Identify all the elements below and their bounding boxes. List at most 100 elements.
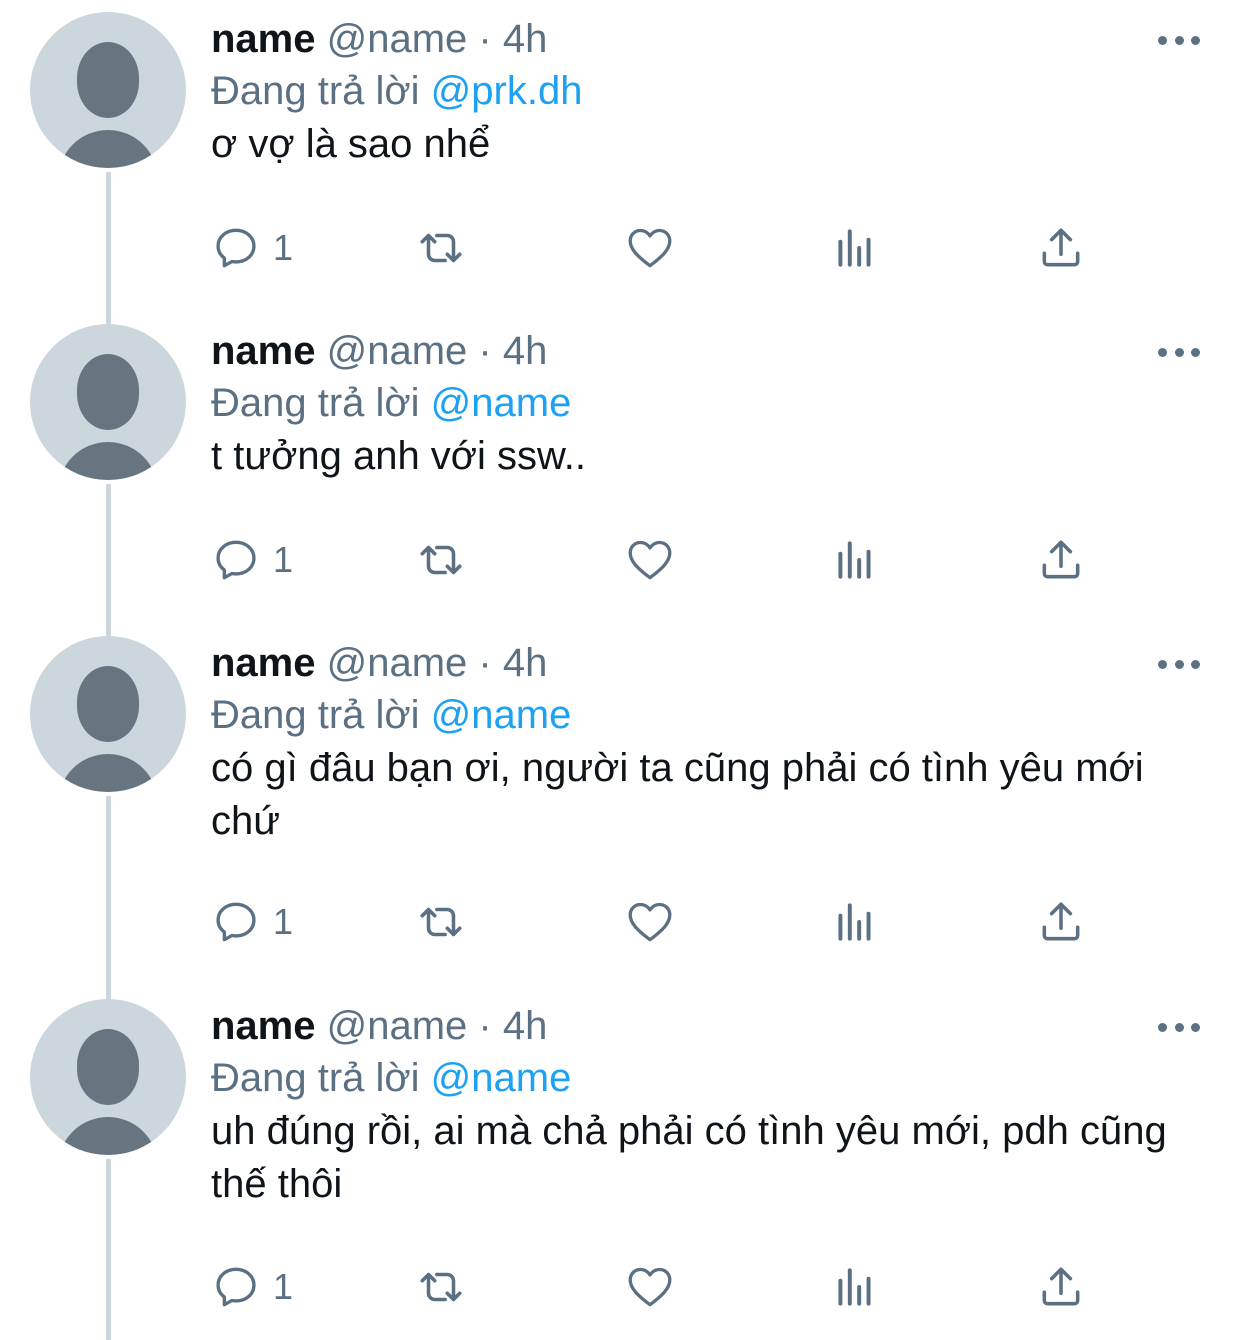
tweet-text: có gì đâu bạn ơi, người ta cũng phải có … [211,746,1144,843]
retweet-button[interactable] [416,222,466,274]
reply-icon [216,1267,256,1307]
user-handle[interactable]: @name [327,1004,468,1048]
user-handle[interactable]: @name [327,641,468,685]
analytics-icon [838,903,871,941]
heart-icon [628,540,672,580]
action-bar: 1 [211,222,1111,274]
reply-count: 1 [273,539,294,580]
retweet-button[interactable] [416,534,466,586]
replying-to-label: Đang trả lời [211,1056,420,1100]
analytics-button[interactable] [830,1261,880,1313]
retweet-button[interactable] [416,1261,466,1313]
replying-to-label: Đang trả lời [211,69,420,113]
replying-to-label: Đang trả lời [211,693,420,737]
mention-link[interactable]: @name [431,693,572,737]
tweet-text: uh đúng rồi, ai mà chả phải có tình yêu … [211,1109,1167,1206]
timestamp[interactable]: 4h [503,1004,548,1048]
share-button[interactable] [1036,896,1086,948]
display-name[interactable]: name [211,641,316,685]
tweet[interactable]: name @name · 4h Đang trả lời @name t tưở… [0,312,1242,636]
retweet-button[interactable] [416,896,466,948]
timestamp[interactable]: 4h [503,17,548,61]
thread-connector-line [106,172,111,324]
avatar[interactable] [30,999,186,1155]
replying-to: Đang trả lời @name [211,1053,571,1103]
analytics-icon [838,229,871,267]
display-name[interactable]: name [211,329,316,373]
tweet-header: name @name · 4h [211,14,547,64]
retweet-icon [420,233,462,263]
share-icon [1042,1267,1080,1306]
action-bar: 1 [211,1261,1111,1313]
like-button[interactable] [625,534,675,586]
heart-icon [628,1267,672,1307]
reply-count: 1 [273,901,294,942]
reply-button[interactable]: 1 [211,1261,293,1313]
share-icon [1042,540,1080,579]
mention-link[interactable]: @name [431,1056,572,1100]
share-button[interactable] [1036,534,1086,586]
replying-to-label: Đang trả lời [211,381,420,425]
more-icon[interactable] [1158,334,1200,370]
user-handle[interactable]: @name [327,329,468,373]
like-button[interactable] [625,1261,675,1313]
action-bar: 1 [211,896,1111,948]
avatar[interactable] [30,636,186,792]
replying-to: Đang trả lời @name [211,378,571,428]
analytics-button[interactable] [830,222,880,274]
separator-dot: · [478,17,492,61]
action-bar: 1 [211,534,1111,586]
reply-count: 1 [273,1266,294,1307]
like-button[interactable] [625,896,675,948]
retweet-icon [420,1272,462,1302]
analytics-button[interactable] [830,534,880,586]
tweet-header: name @name · 4h [211,1001,547,1051]
separator-dot: · [478,1004,492,1048]
like-button[interactable] [625,222,675,274]
timestamp[interactable]: 4h [503,641,548,685]
retweet-icon [420,907,462,937]
heart-icon [628,228,672,268]
mention-link[interactable]: @name [431,381,572,425]
replying-to: Đang trả lời @name [211,690,571,740]
more-icon[interactable] [1158,646,1200,682]
display-name[interactable]: name [211,1004,316,1048]
mention-link[interactable]: @prk.dh [431,69,583,113]
thread-connector-line [106,484,111,636]
tweet-text: t tưởng anh với ssw.. [211,434,586,478]
tweet[interactable]: name @name · 4h Đang trả lời @name uh đú… [0,987,1242,1340]
tweet[interactable]: name @name · 4h Đang trả lời @name có gì… [0,624,1242,999]
reply-icon [216,228,256,268]
user-handle[interactable]: @name [327,17,468,61]
reply-icon [216,540,256,580]
analytics-button[interactable] [830,896,880,948]
avatar[interactable] [30,324,186,480]
more-icon[interactable] [1158,22,1200,58]
replying-to: Đang trả lời @prk.dh [211,66,582,116]
retweet-icon [420,545,462,575]
share-button[interactable] [1036,222,1086,274]
more-icon[interactable] [1158,1009,1200,1045]
reply-button[interactable]: 1 [211,896,293,948]
separator-dot: · [478,641,492,685]
tweet-header: name @name · 4h [211,326,547,376]
tweet-text: ơ vợ là sao nhể [211,122,491,166]
separator-dot: · [478,329,492,373]
thread-connector-line [106,1159,111,1340]
analytics-icon [838,541,871,579]
heart-icon [628,902,672,942]
share-icon [1042,902,1080,941]
reply-count: 1 [273,227,294,268]
tweet[interactable]: name @name · 4h Đang trả lời @prk.dh ơ v… [0,0,1242,324]
share-icon [1042,228,1080,267]
tweet-header: name @name · 4h [211,638,547,688]
display-name[interactable]: name [211,17,316,61]
thread-connector-line [106,796,111,999]
share-button[interactable] [1036,1261,1086,1313]
reply-button[interactable]: 1 [211,534,293,586]
reply-button[interactable]: 1 [211,222,293,274]
timestamp[interactable]: 4h [503,329,548,373]
avatar[interactable] [30,12,186,168]
reply-icon [216,902,256,942]
analytics-icon [838,1268,871,1306]
